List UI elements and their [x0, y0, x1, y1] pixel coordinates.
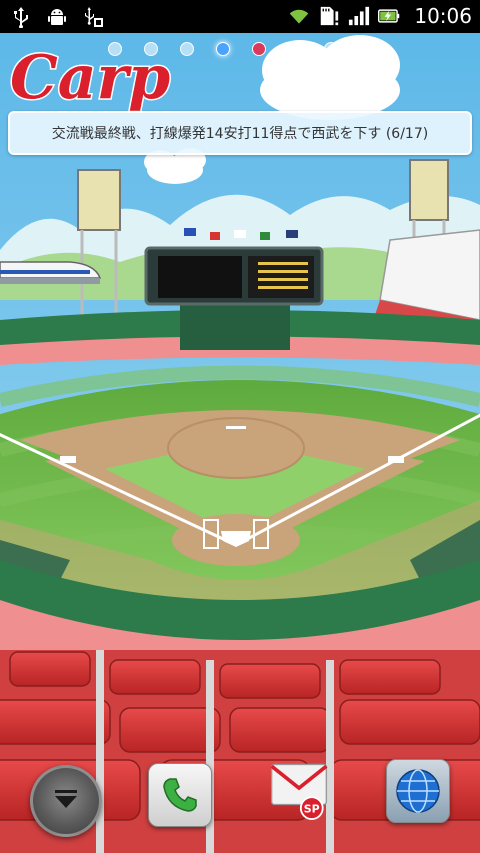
status-bar: 10:06 [0, 0, 480, 33]
page-dot-home [252, 42, 266, 56]
mail-icon: SP [270, 763, 328, 820]
wifi-icon [288, 5, 310, 27]
clock: 10:06 [414, 4, 472, 28]
browser-button[interactable] [386, 759, 450, 823]
mail-button[interactable]: SP [268, 758, 330, 820]
battery-charging-icon [378, 5, 400, 27]
stadium-wallpaper [0, 33, 480, 853]
news-headline-widget[interactable]: 交流戦最終戦、打線爆発14安打11得点で西武を下す (6/17) [8, 111, 472, 155]
phone-button[interactable] [148, 763, 212, 827]
app-drawer-button[interactable] [30, 765, 102, 837]
usb-storage-icon [82, 6, 104, 28]
phone-icon [163, 778, 197, 812]
page-dot [324, 42, 338, 56]
dock: SP [0, 745, 480, 853]
signal-icon [348, 5, 370, 27]
android-debug-icon [46, 6, 68, 28]
chevron-down-icon [55, 790, 77, 808]
page-dot [360, 42, 374, 56]
page-dot-active [216, 42, 230, 56]
sd-card-alert-icon [318, 5, 340, 27]
news-headline-text: 交流戦最終戦、打線爆発14安打11得点で西武を下す (6/17) [51, 126, 429, 142]
page-dot [288, 42, 302, 56]
carp-logo[interactable]: Carp [6, 36, 196, 116]
svg-text:Carp: Carp [10, 43, 170, 113]
svg-text:SP: SP [304, 803, 320, 816]
globe-icon [396, 769, 440, 813]
bullet-train [0, 261, 102, 284]
usb-icon [10, 6, 32, 28]
